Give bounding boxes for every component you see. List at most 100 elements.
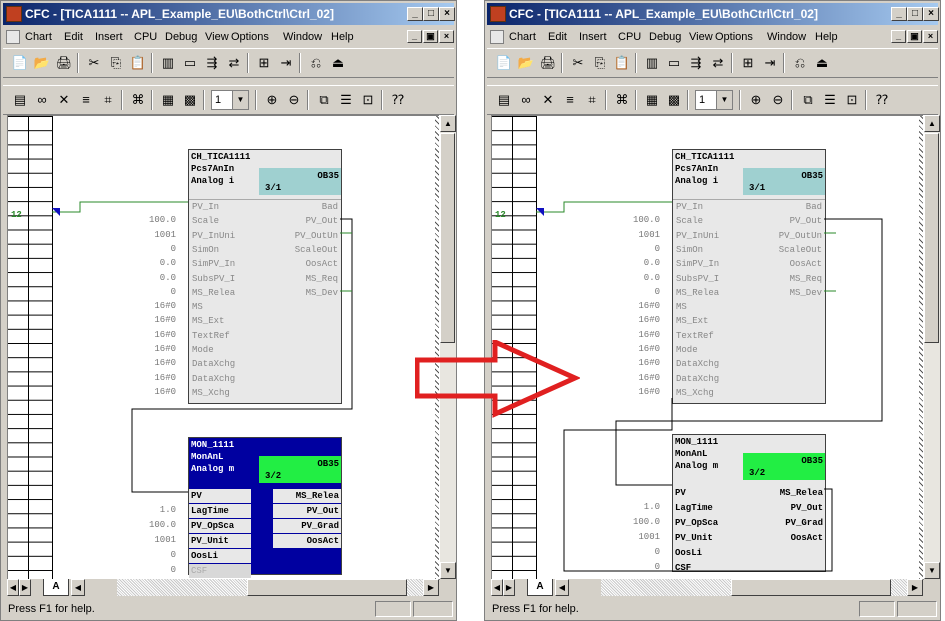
output-pin[interactable]: PV_Out: [306, 214, 338, 228]
toolbar-button-icon[interactable]: ⎘: [107, 54, 125, 72]
toolbar-button-icon[interactable]: ✂: [85, 54, 103, 72]
toolbar-button-icon[interactable]: 📂: [517, 54, 535, 72]
menu-debug[interactable]: Debug: [649, 27, 681, 47]
input-pin[interactable]: MS_Ext: [676, 314, 708, 328]
output-pin[interactable]: Bad: [806, 200, 822, 214]
toolbar-button-icon[interactable]: 📋: [129, 54, 147, 72]
menu-help[interactable]: Help: [815, 27, 838, 47]
input-pin[interactable]: OosLi: [189, 549, 251, 563]
menu-cpu[interactable]: CPU: [134, 27, 157, 47]
first-sheet-icon[interactable]: ◀: [491, 579, 503, 596]
menu-edit[interactable]: Edit: [548, 27, 567, 47]
input-value[interactable]: 16#0: [620, 342, 660, 356]
input-value[interactable]: 100.0: [620, 515, 660, 529]
output-pin[interactable]: OosAct: [790, 257, 822, 271]
input-pin[interactable]: MS_Xchg: [676, 386, 714, 400]
toolbar-button-icon[interactable]: ⌘: [613, 91, 631, 109]
menu-view[interactable]: View: [205, 27, 229, 47]
toolbar-button-icon[interactable]: ▭: [181, 54, 199, 72]
scroll-up-icon[interactable]: ▲: [924, 115, 940, 132]
scroll-right-icon[interactable]: ▶: [907, 579, 923, 596]
input-pin[interactable]: PV_OpSca: [673, 516, 735, 530]
toolbar-button-icon[interactable]: ▩: [665, 91, 683, 109]
input-value[interactable]: 16#0: [136, 313, 176, 327]
toolbar-button-icon[interactable]: ▭: [665, 54, 683, 72]
input-value[interactable]: 16#0: [136, 385, 176, 399]
input-pin[interactable]: Scale: [676, 214, 703, 228]
output-pin[interactable]: PV_Grad: [757, 516, 825, 530]
menu-window[interactable]: Window: [283, 27, 322, 47]
scroll-track[interactable]: [117, 579, 423, 596]
menu-chart[interactable]: Chart: [25, 27, 52, 47]
toolbar-button-icon[interactable]: ✕: [55, 91, 73, 109]
close-button[interactable]: ×: [439, 7, 455, 21]
minimize-button[interactable]: _: [407, 7, 423, 21]
horizontal-scrollbar[interactable]: ◀ ▶ A ◀ ▶: [491, 579, 923, 596]
scroll-down-icon[interactable]: ▼: [924, 562, 940, 579]
toolbar-button-icon[interactable]: 🖨: [55, 54, 73, 72]
input-pin[interactable]: SubsPV_I: [192, 272, 235, 286]
toolbar-button-icon[interactable]: 📄: [495, 54, 513, 72]
input-value[interactable]: 16#0: [136, 299, 176, 313]
prev-sheet-icon[interactable]: ▶: [19, 579, 31, 596]
input-pin[interactable]: TextRef: [192, 329, 230, 343]
menu-help[interactable]: Help: [331, 27, 354, 47]
signal-connection[interactable]: [536, 201, 672, 213]
mdi-child-icon[interactable]: [6, 30, 20, 44]
menu-edit[interactable]: Edit: [64, 27, 83, 47]
toolbar-button-icon[interactable]: ⇥: [761, 54, 779, 72]
input-pin[interactable]: MS_Xchg: [192, 386, 230, 400]
toolbar-button-icon[interactable]: ∞: [33, 91, 51, 109]
toolbar-button-icon[interactable]: ⇥: [277, 54, 295, 72]
toolbar-button-icon[interactable]: 📂: [33, 54, 51, 72]
input-pin[interactable]: MS: [192, 300, 203, 314]
toolbar-button-icon[interactable]: ▦: [643, 91, 661, 109]
sheet-tab-a[interactable]: A: [527, 579, 553, 596]
output-pin[interactable]: MS_Req: [790, 272, 822, 286]
toolbar-button-icon[interactable]: ⌗: [583, 91, 601, 109]
menu-insert[interactable]: Insert: [95, 27, 123, 47]
input-value[interactable]: 16#0: [136, 328, 176, 342]
input-pin[interactable]: PV_Unit: [673, 531, 735, 545]
toolbar-button-icon[interactable]: ⊡: [843, 91, 861, 109]
child-restore-button[interactable]: ▣: [423, 30, 438, 43]
horizontal-scrollbar[interactable]: ◀ ▶ A ◀ ▶: [7, 579, 439, 596]
chart-canvas[interactable]: 12 CH_TICA1111 Pcs7AnIn Analog i OB35 3/1 PV_I…: [7, 115, 440, 580]
input-value[interactable]: 0: [620, 560, 660, 574]
toolbar-button-icon[interactable]: ≡: [561, 91, 579, 109]
input-pin[interactable]: PV_In: [192, 200, 219, 214]
input-value[interactable]: 1001: [136, 228, 176, 242]
toolbar-button-icon[interactable]: ⧉: [315, 91, 333, 109]
toolbar-button-icon[interactable]: 📄: [11, 54, 29, 72]
toolbar-button-icon[interactable]: ✂: [569, 54, 587, 72]
chevron-down-icon[interactable]: ▼: [232, 91, 248, 109]
toolbar-button-icon[interactable]: ▥: [159, 54, 177, 72]
input-pin[interactable]: MS_Relea: [192, 286, 235, 300]
output-pin[interactable]: PV_Out: [273, 504, 341, 518]
sheet-tab-a[interactable]: A: [43, 579, 69, 596]
toolbar-button-icon[interactable]: ⏏: [329, 54, 347, 72]
menu-window[interactable]: Window: [767, 27, 806, 47]
input-value[interactable]: 1001: [136, 533, 176, 547]
toolbar-button-icon[interactable]: ⎘: [591, 54, 609, 72]
output-pin[interactable]: PV_Out: [790, 214, 822, 228]
output-pin[interactable]: MS_Relea: [273, 489, 341, 503]
output-pin[interactable]: MS_Dev: [306, 286, 338, 300]
child-minimize-button[interactable]: _: [407, 30, 422, 43]
input-value[interactable]: 16#0: [620, 371, 660, 385]
toolbar-button-icon[interactable]: ⊖: [769, 91, 787, 109]
input-pin[interactable]: SimOn: [192, 243, 219, 257]
input-pin[interactable]: LagTime: [673, 501, 735, 515]
input-pin[interactable]: SimPV_In: [192, 257, 235, 271]
toolbar-button-icon[interactable]: ☰: [821, 91, 839, 109]
menu-chart[interactable]: Chart: [509, 27, 536, 47]
function-block-ch-tica1111[interactable]: CH_TICA1111 Pcs7AnIn Analog i OB35 3/1 PV_In S…: [188, 149, 342, 404]
child-restore-button[interactable]: ▣: [907, 30, 922, 43]
toolbar-button-icon[interactable]: ⁇: [389, 91, 407, 109]
input-pin[interactable]: Mode: [676, 343, 698, 357]
toolbar-button-icon[interactable]: ⊕: [263, 91, 281, 109]
output-pin[interactable]: OosAct: [273, 534, 341, 548]
menu-view[interactable]: View: [689, 27, 713, 47]
scroll-track[interactable]: [601, 579, 907, 596]
output-pin[interactable]: PV_Out: [757, 501, 825, 515]
